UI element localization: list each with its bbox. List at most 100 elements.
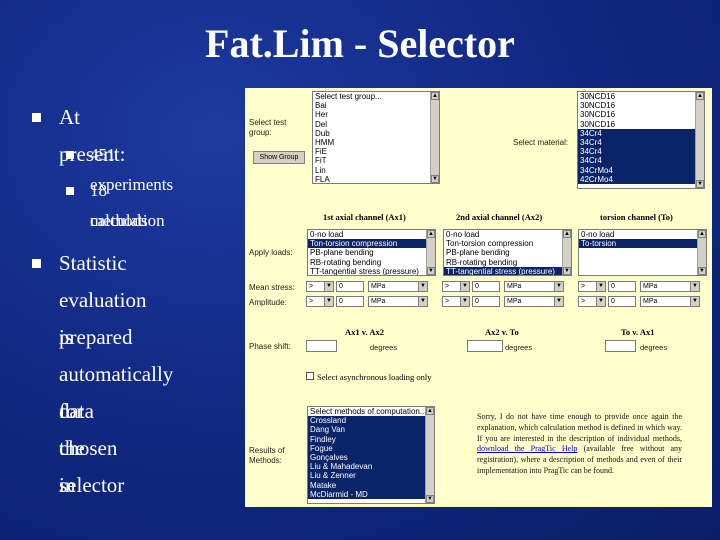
list-option[interactable]: Fogue bbox=[308, 443, 434, 454]
scrollbar[interactable]: ▲ ▼ bbox=[426, 230, 435, 275]
mean-stress-unit-select[interactable]: MPa ▼ bbox=[640, 281, 700, 292]
amplitude-unit-select[interactable]: MPa ▼ bbox=[640, 296, 700, 307]
list-option[interactable]: Gonçalves bbox=[308, 453, 434, 463]
amplitude-value-input[interactable]: 0 bbox=[472, 296, 500, 307]
list-option[interactable]: 0-no load bbox=[579, 230, 706, 239]
list-option[interactable]: 30NCD16 bbox=[578, 101, 704, 110]
mean-stress-value-input[interactable]: 0 bbox=[336, 281, 364, 292]
list-option[interactable]: 0-no load bbox=[444, 230, 571, 239]
list-option[interactable]: 34Cr4 bbox=[578, 156, 704, 166]
list-option[interactable]: 30NCD16 bbox=[578, 110, 704, 119]
list-option[interactable]: Liu & Mahadevan bbox=[308, 462, 434, 472]
list-option[interactable]: 42CrMo4 bbox=[578, 174, 704, 185]
list-option[interactable]: RB-rotating bending bbox=[444, 258, 571, 267]
amplitude-operator-select[interactable]: > ▼ bbox=[442, 296, 470, 307]
mean-stress-operator-select[interactable]: > ▼ bbox=[578, 281, 606, 292]
scroll-up-icon[interactable]: ▲ bbox=[426, 407, 434, 415]
list-option[interactable]: HMM bbox=[313, 138, 439, 147]
list-option[interactable]: Liu & Zenner bbox=[308, 471, 434, 481]
mean-stress-value-input[interactable]: 0 bbox=[472, 281, 500, 292]
list-option[interactable]: 0-no load bbox=[308, 230, 435, 239]
mean-stress-unit-select[interactable]: MPa ▼ bbox=[368, 281, 428, 292]
scroll-up-icon[interactable]: ▲ bbox=[698, 230, 706, 238]
test-group-label-2: group: bbox=[249, 128, 272, 137]
scrollbar[interactable]: ▲ ▼ bbox=[695, 92, 704, 188]
list-option[interactable]: McDiarmid - MD bbox=[308, 489, 434, 500]
scroll-down-icon[interactable]: ▼ bbox=[698, 267, 706, 275]
mean-stress-operator-select[interactable]: > ▼ bbox=[306, 281, 334, 292]
chevron-down-icon: ▼ bbox=[554, 297, 563, 306]
scroll-up-icon[interactable]: ▲ bbox=[696, 92, 704, 100]
chevron-down-icon: ▼ bbox=[460, 297, 469, 306]
phase-ax1-ax2-input[interactable] bbox=[306, 340, 337, 352]
list-option[interactable]: Crossland bbox=[308, 416, 434, 426]
ax2-load-listbox[interactable]: 0-no load Ton-torsion compression PB-plane… bbox=[443, 229, 572, 276]
list-option[interactable]: PB-plane bending bbox=[444, 248, 571, 257]
async-loading-checkbox[interactable] bbox=[306, 372, 314, 380]
mean-stress-unit-select[interactable]: MPa ▼ bbox=[504, 281, 564, 292]
list-option[interactable]: FiE bbox=[313, 147, 439, 156]
scrollbar[interactable]: ▲ ▼ bbox=[430, 92, 439, 183]
list-option[interactable]: 34Cr4 bbox=[578, 147, 704, 157]
amplitude-operator-select[interactable]: > ▼ bbox=[578, 296, 606, 307]
scrollbar[interactable]: ▲ ▼ bbox=[697, 230, 706, 275]
amplitude-unit-select[interactable]: MPa ▼ bbox=[504, 296, 564, 307]
list-option[interactable]: PB-plane bending bbox=[308, 248, 435, 257]
scroll-up-icon[interactable]: ▲ bbox=[427, 230, 435, 238]
list-option[interactable]: Her bbox=[313, 110, 439, 119]
list-option[interactable]: Matake bbox=[308, 480, 434, 490]
amplitude-unit-select[interactable]: MPa ▼ bbox=[368, 296, 428, 307]
list-option[interactable]: Dub bbox=[313, 129, 439, 138]
list-option[interactable]: 34CrMo4 bbox=[578, 165, 704, 175]
list-option[interactable]: 34Cr4 bbox=[578, 138, 704, 148]
list-option[interactable]: Ton-torsion compression bbox=[444, 239, 571, 248]
pragtic-help-link[interactable]: download the PragTic Help bbox=[477, 444, 577, 453]
show-group-button[interactable]: Show Group bbox=[253, 151, 305, 164]
amplitude-value-input[interactable]: 0 bbox=[336, 296, 364, 307]
scroll-up-icon[interactable]: ▲ bbox=[431, 92, 439, 100]
list-option[interactable]: Ton-torsion compression bbox=[308, 239, 435, 249]
list-option[interactable]: Select methods of computation... bbox=[308, 407, 434, 416]
material-label: Select material: bbox=[513, 138, 569, 147]
list-option[interactable]: Bai bbox=[313, 101, 439, 110]
list-option[interactable]: TT-tangential stress (pressure) bbox=[444, 266, 571, 275]
scroll-down-icon[interactable]: ▼ bbox=[427, 267, 435, 275]
scroll-down-icon[interactable]: ▼ bbox=[431, 175, 439, 183]
list-option[interactable]: 34Cr4 bbox=[578, 128, 704, 139]
test-group-listbox[interactable]: Select test group... Bai Her Del Dub HMM FiE Fi… bbox=[312, 91, 440, 184]
list-option[interactable]: Del bbox=[313, 120, 439, 129]
scroll-up-icon[interactable]: ▲ bbox=[563, 230, 571, 238]
bullet-text: prepared bbox=[59, 325, 133, 349]
scroll-down-icon[interactable]: ▼ bbox=[426, 495, 434, 503]
list-option[interactable]: FLA bbox=[313, 175, 439, 183]
ax1-load-listbox[interactable]: 0-no load Ton-torsion compression PB-plane… bbox=[307, 229, 436, 276]
list-option[interactable]: Select test group... bbox=[313, 92, 439, 101]
selector-form: Select test group: Select test group... B… bbox=[245, 88, 712, 507]
list-option[interactable]: Lin bbox=[313, 166, 439, 175]
amplitude-value-input[interactable]: 0 bbox=[608, 296, 636, 307]
list-option[interactable]: Findley bbox=[308, 434, 434, 444]
operator-value: > bbox=[581, 283, 586, 290]
list-option[interactable]: 30NCD16 bbox=[578, 120, 704, 129]
list-option[interactable]: TT-tangential stress (pressure) bbox=[308, 267, 435, 275]
scroll-down-icon[interactable]: ▼ bbox=[563, 267, 571, 275]
list-option[interactable]: 30NCD16 bbox=[578, 92, 704, 101]
scroll-down-icon[interactable]: ▼ bbox=[696, 180, 704, 188]
unit-value: MPa bbox=[507, 283, 522, 290]
phase-to-ax1-input[interactable] bbox=[605, 340, 636, 352]
methods-note: Sorry, I do not have time enough to prov… bbox=[477, 412, 682, 477]
list-option[interactable]: FiT bbox=[313, 156, 439, 165]
scrollbar[interactable]: ▲ ▼ bbox=[562, 230, 571, 275]
list-option[interactable]: To-torsion bbox=[579, 239, 706, 249]
methods-listbox[interactable]: Select methods of computation... Crosslan… bbox=[307, 406, 435, 504]
mean-stress-value-input[interactable]: 0 bbox=[608, 281, 636, 292]
torsion-load-listbox[interactable]: 0-no load To-torsion ▲ ▼ bbox=[578, 229, 707, 276]
amplitude-operator-select[interactable]: > ▼ bbox=[306, 296, 334, 307]
material-listbox[interactable]: 30NCD16 30NCD16 30NCD16 30NCD16 34Cr4 34Cr4 34… bbox=[577, 91, 705, 189]
phase-ax2-to-input[interactable] bbox=[467, 340, 503, 352]
list-option[interactable]: Dang Van bbox=[308, 425, 434, 435]
bullet-text: Statistic bbox=[59, 251, 127, 275]
list-option[interactable]: RB-rotating bending bbox=[308, 258, 435, 267]
mean-stress-operator-select[interactable]: > ▼ bbox=[442, 281, 470, 292]
scrollbar[interactable]: ▲ ▼ bbox=[425, 407, 434, 503]
